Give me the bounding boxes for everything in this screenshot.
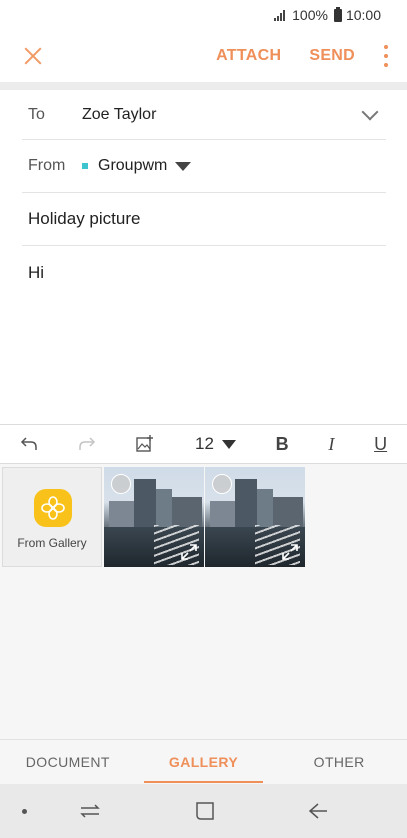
tab-document[interactable]: DOCUMENT xyxy=(0,740,136,784)
photo-thumbnail[interactable] xyxy=(104,467,204,567)
to-recipient[interactable]: Zoe Taylor xyxy=(82,106,156,124)
insert-image-icon[interactable] xyxy=(135,434,155,454)
font-size-value: 12 xyxy=(195,434,214,453)
account-color-dot xyxy=(82,163,88,169)
from-label: From xyxy=(28,157,66,174)
select-checkbox[interactable] xyxy=(212,474,232,494)
attach-button[interactable]: ATTACH xyxy=(216,47,281,65)
from-account[interactable]: Groupwm xyxy=(98,157,167,175)
to-label: To xyxy=(28,105,45,123)
underline-button[interactable]: U xyxy=(374,434,387,455)
bold-button[interactable]: B xyxy=(276,434,289,455)
expand-icon[interactable] xyxy=(281,543,299,561)
navigation-bar xyxy=(0,784,407,838)
subject-field[interactable]: Holiday picture xyxy=(22,193,386,246)
italic-button[interactable]: I xyxy=(328,434,334,455)
tab-gallery[interactable]: GALLERY xyxy=(136,740,272,784)
clock: 10:00 xyxy=(345,7,381,23)
expand-icon[interactable] xyxy=(180,543,198,561)
home-icon[interactable] xyxy=(193,800,217,822)
photo-thumbnail[interactable] xyxy=(205,467,305,567)
recents-icon[interactable] xyxy=(78,800,102,822)
dropdown-arrow-icon[interactable] xyxy=(175,161,192,171)
format-toolbar: 12 B I U xyxy=(0,424,407,464)
battery-percent: 100% xyxy=(292,7,328,23)
font-size-select[interactable]: 12 xyxy=(195,434,236,454)
dropdown-arrow-icon xyxy=(221,439,236,449)
redo-icon[interactable] xyxy=(78,436,96,452)
chevron-down-icon[interactable] xyxy=(361,103,379,120)
from-field[interactable]: From Groupwm xyxy=(22,140,386,193)
send-button[interactable]: SEND xyxy=(309,47,355,65)
to-field[interactable]: To Zoe Taylor xyxy=(22,90,386,140)
action-bar: ATTACH SEND xyxy=(0,30,407,82)
more-icon[interactable] xyxy=(383,45,389,67)
battery-icon xyxy=(333,6,342,22)
attachment-tabs: DOCUMENT GALLERY OTHER xyxy=(0,739,407,784)
select-checkbox[interactable] xyxy=(111,474,131,494)
gallery-flower-icon xyxy=(34,489,72,527)
from-gallery-label: From Gallery xyxy=(17,536,87,550)
status-bar: 100% 10:00 xyxy=(0,0,407,30)
message-body[interactable]: Hi xyxy=(28,263,44,283)
tab-other[interactable]: OTHER xyxy=(271,740,407,784)
close-icon[interactable] xyxy=(18,42,46,70)
undo-icon[interactable] xyxy=(20,436,38,452)
gallery-panel: From Gallery xyxy=(0,464,407,739)
from-gallery-button[interactable]: From Gallery xyxy=(2,467,102,567)
back-icon[interactable] xyxy=(306,800,330,822)
divider xyxy=(0,82,407,90)
subject-input[interactable]: Holiday picture xyxy=(22,209,140,229)
nav-dot-icon xyxy=(22,809,27,814)
signal-icon xyxy=(274,9,288,21)
